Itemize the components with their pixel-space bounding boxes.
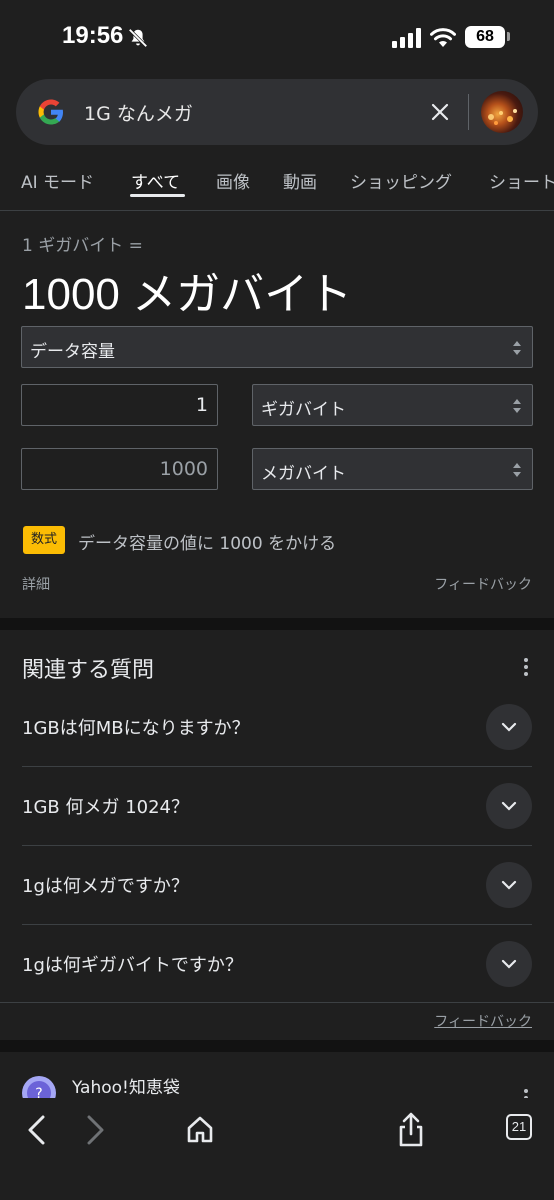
formula-text: データ容量の値に 1000 をかける [78,534,337,554]
battery-icon: 68 [465,26,505,48]
back-icon[interactable] [18,1110,58,1150]
related-questions-feedback-link[interactable]: フィードバック [434,1011,532,1031]
status-time: 19:56 [62,22,124,49]
chevron-down-icon [501,801,517,811]
cellular-signal-icon [392,28,421,48]
related-question-item[interactable]: 1GBは何MBになりますか？ [22,688,532,767]
expand-button[interactable] [486,941,532,987]
expand-button[interactable] [486,783,532,829]
google-logo-icon [38,99,63,125]
tab-videos[interactable]: 動画 [283,168,317,193]
status-bar: 19:56 68 [0,0,554,76]
tab-ai-mode[interactable]: AI モード [21,168,94,193]
category-select[interactable]: データ容量 [21,326,533,368]
related-questions-title: 関連する質問 [22,658,155,683]
tab-shorts[interactable]: ショート [489,168,554,193]
tab-images[interactable]: 画像 [216,168,250,193]
chevron-down-icon [501,880,517,890]
tab-all[interactable]: すべて [131,168,180,193]
share-icon[interactable] [391,1110,431,1150]
related-question-item[interactable]: 1GB 何メガ 1024？ [22,767,532,846]
bell-off-icon [128,28,148,48]
wifi-icon [430,28,456,47]
converter-result: 1000 メガバイト [22,270,353,319]
search-input[interactable]: 1G なんメガ [84,99,193,126]
more-options-icon[interactable] [518,656,534,678]
expand-button[interactable] [486,704,532,750]
related-question-item[interactable]: 1gは何メガですか？ [22,846,532,925]
chevron-down-icon [501,959,517,969]
details-link[interactable]: 詳細 [22,574,50,594]
to-unit-select[interactable]: メガバイト [252,448,533,490]
search-divider [468,94,469,130]
search-bar[interactable]: 1G なんメガ [16,79,538,145]
tab-shopping[interactable]: ショッピング [350,168,452,193]
clear-search-icon[interactable] [426,98,454,126]
formula-badge: 数式 [23,526,65,554]
account-avatar[interactable] [481,91,523,133]
select-arrows-icon [513,399,521,413]
forward-icon[interactable] [74,1110,114,1150]
from-value-input[interactable]: 1 [21,384,218,426]
select-arrows-icon [513,341,521,355]
search-tabs: AI モード すべて 画像 動画 ショッピング ショート [0,160,554,210]
active-tab-indicator [130,194,185,197]
result-source-name[interactable]: Yahoo!知恵袋 [72,1073,180,1098]
converter-feedback-link[interactable]: フィードバック [434,574,532,594]
tab-switcher-button[interactable]: 21 [506,1114,532,1140]
category-select-label: データ容量 [30,342,115,362]
related-question-item[interactable]: 1gは何ギガバイトですか？ [22,925,532,1004]
expand-button[interactable] [486,862,532,908]
browser-toolbar [0,1098,554,1200]
chevron-down-icon [501,722,517,732]
to-value-input[interactable]: 1000 [21,448,218,490]
converter-equation: 1 ギガバイト = [22,236,143,256]
from-unit-select[interactable]: ギガバイト [252,384,533,426]
select-arrows-icon [513,463,521,477]
home-icon[interactable] [180,1110,220,1150]
